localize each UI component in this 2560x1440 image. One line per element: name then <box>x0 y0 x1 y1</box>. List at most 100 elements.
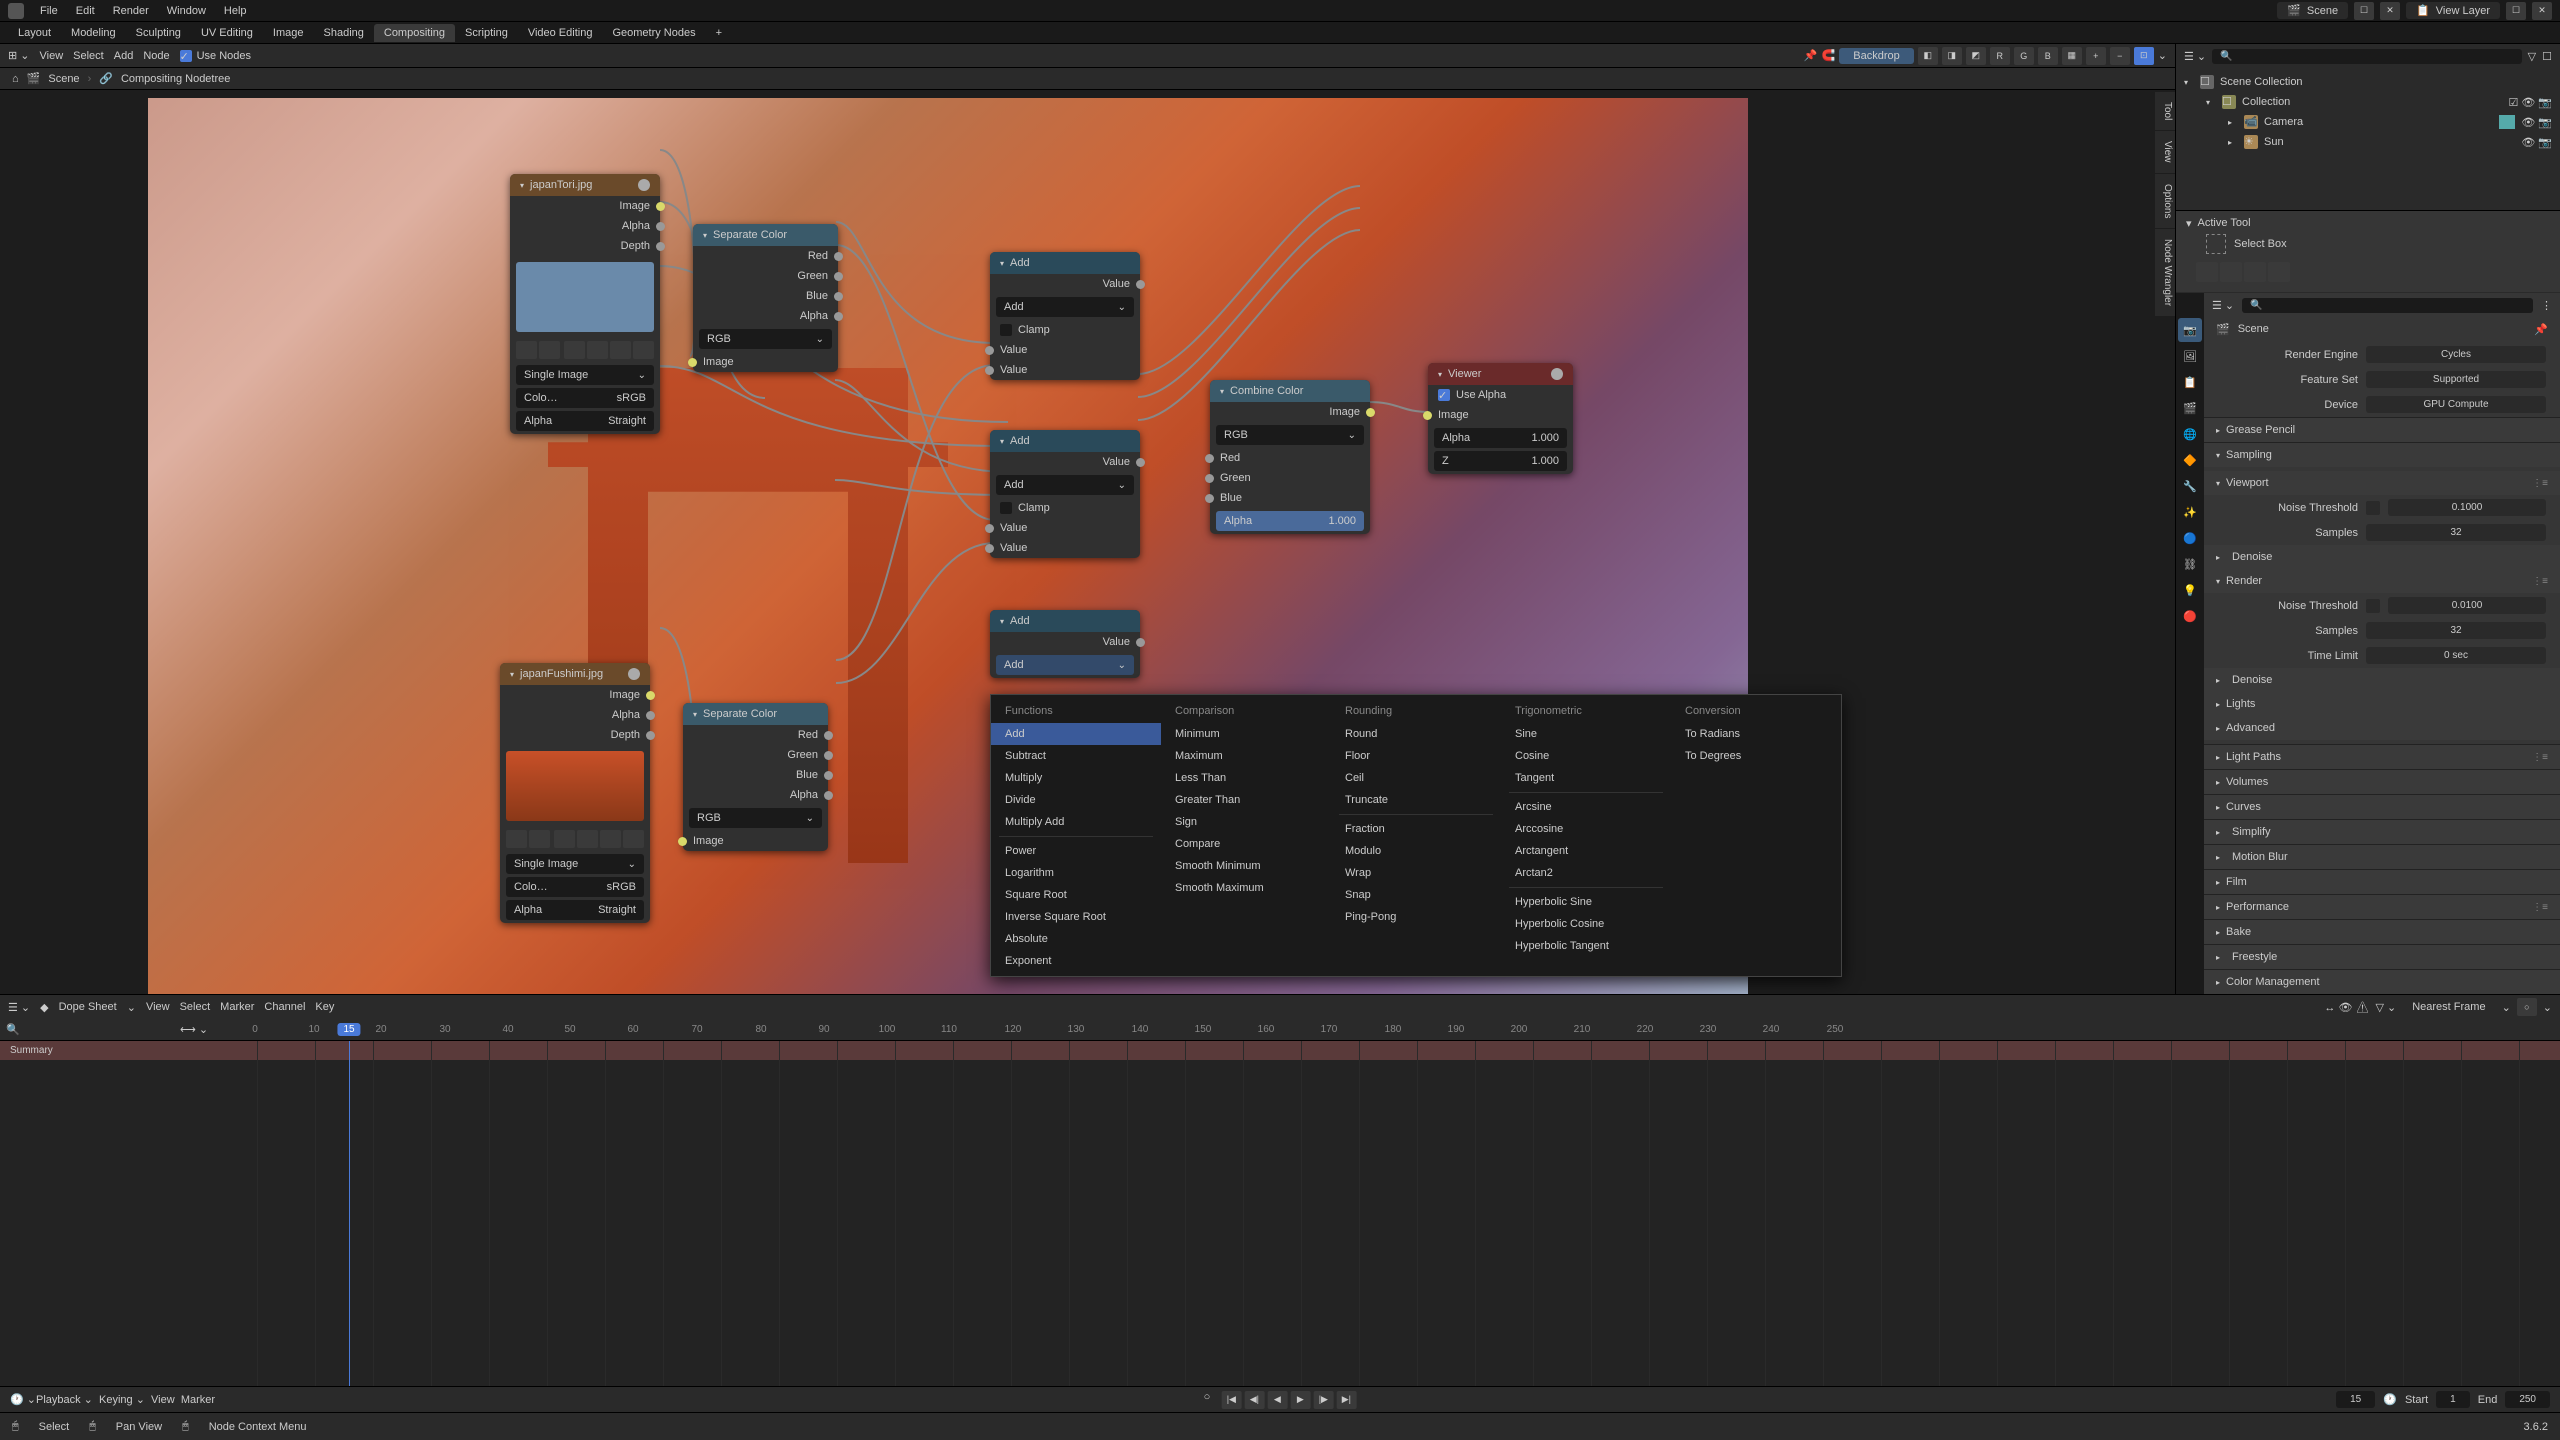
itm-ceil[interactable]: Ceil <box>1331 767 1501 789</box>
panel-curves[interactable]: ▸Curves <box>2204 795 2560 819</box>
channel-b[interactable]: B <box>2038 47 2058 65</box>
panel-viewport[interactable]: ▾Viewport⋮≡ <box>2204 471 2560 495</box>
menu-edit[interactable]: Edit <box>68 2 103 20</box>
alpha-mode-field[interactable]: AlphaStraight <box>506 900 644 920</box>
mode-btn-2[interactable] <box>2220 262 2242 282</box>
use-nodes-toggle[interactable]: ✓Use Nodes <box>180 50 251 62</box>
backdrop-btn-1[interactable]: ◧ <box>1918 47 1938 65</box>
node-combine-color[interactable]: ▾Combine Color Image RGB Red Green Blue … <box>1210 380 1370 534</box>
ws-image[interactable]: Image <box>263 24 314 42</box>
operation-dropdown[interactable]: Add <box>996 297 1134 317</box>
z-field[interactable]: Z1.000 <box>1434 451 1567 471</box>
panel-motionblur[interactable]: ▸Motion Blur <box>2204 845 2560 869</box>
ws-layout[interactable]: Layout <box>8 24 61 42</box>
menu-help[interactable]: Help <box>216 2 255 20</box>
reload-btn[interactable] <box>539 341 560 359</box>
ws-sculpting[interactable]: Sculpting <box>126 24 191 42</box>
expand-icon[interactable]: ⌄ <box>2158 49 2167 62</box>
alpha-field[interactable]: Alpha1.000 <box>1434 428 1567 448</box>
tab-world[interactable]: 🌐 <box>2178 422 2202 446</box>
panel-advanced[interactable]: ▸Advanced <box>2204 716 2560 740</box>
current-frame-marker[interactable]: 15 <box>337 1023 360 1036</box>
preview-range-icon[interactable]: 🕐 <box>2383 1393 2397 1406</box>
outliner-search[interactable]: 🔍 <box>2212 49 2522 64</box>
tl-key[interactable]: Key <box>315 1001 334 1013</box>
dropdown-icon[interactable]: ⟷ ⌄ <box>180 1023 208 1036</box>
preview-icon[interactable] <box>1551 368 1563 380</box>
prev-key-btn[interactable]: ◀| <box>1244 1391 1264 1409</box>
mode-dropdown[interactable]: RGB <box>1216 425 1364 445</box>
source-dropdown[interactable]: Single Image <box>506 854 644 874</box>
itm-modulo[interactable]: Modulo <box>1331 840 1501 862</box>
menu-render[interactable]: Render <box>105 2 157 20</box>
tab-object[interactable]: 🔶 <box>2178 448 2202 472</box>
dopesheet-body[interactable]: Summary <box>0 1041 2560 1386</box>
tab-constraints[interactable]: ⛓ <box>2178 552 2202 576</box>
new-coll-icon[interactable]: ☐ <box>2542 50 2552 63</box>
panel-performance[interactable]: ▸Performance⋮≡ <box>2204 895 2560 919</box>
props-type-icon[interactable]: ☰ ⌄ <box>2212 299 2234 312</box>
node-viewer[interactable]: ▾Viewer ✓Use Alpha Image Alpha1.000 Z1.0… <box>1428 363 1573 474</box>
zoom-out-btn[interactable]: − <box>2110 47 2130 65</box>
collapse-icon[interactable]: ▾ <box>520 181 524 190</box>
collapse-icon[interactable]: ▾ <box>1000 617 1004 626</box>
itm-multiply[interactable]: Multiply <box>991 767 1161 789</box>
channel-g[interactable]: G <box>2014 47 2034 65</box>
props-search[interactable]: 🔍 <box>2242 298 2533 313</box>
filter-icon[interactable]: ▽ ⌄ <box>2375 1001 2396 1014</box>
render-icon[interactable]: 📷 <box>2538 96 2552 109</box>
zoom-in-btn[interactable]: + <box>2086 47 2106 65</box>
backdrop-btn-3[interactable]: ◩ <box>1966 47 1986 65</box>
node-separate-color-2[interactable]: ▾Separate Color Red Green Blue Alpha RGB… <box>683 703 828 851</box>
new-layer-button[interactable]: ☐ <box>2506 2 2526 20</box>
editor-type-icon[interactable]: ☰ ⌄ <box>8 1001 30 1014</box>
panel-colormgmt[interactable]: ▸Color Management <box>2204 970 2560 994</box>
tab-physics[interactable]: 🔵 <box>2178 526 2202 550</box>
sync-icon[interactable]: 🕐 ⌄ <box>10 1393 36 1406</box>
summary-channel[interactable]: Summary <box>0 1041 2560 1060</box>
snap-mode[interactable]: Nearest Frame <box>2402 999 2495 1015</box>
play-btn[interactable]: ▶ <box>1290 1391 1310 1409</box>
itm-asin[interactable]: Arcsine <box>1501 796 1671 818</box>
panel-grease[interactable]: ▸Grease Pencil <box>2204 418 2560 442</box>
itm-cosine[interactable]: Cosine <box>1501 745 1671 767</box>
panel-render-sub[interactable]: ▾Render⋮≡ <box>2204 569 2560 593</box>
alpha-slider[interactable]: Alpha1.000 <box>1216 511 1364 531</box>
dopesheet-label[interactable]: Dope Sheet <box>59 1001 117 1013</box>
jump-start-btn[interactable]: |◀ <box>1221 1391 1241 1409</box>
tab-material[interactable]: 🔴 <box>2178 604 2202 628</box>
editor-type-icon[interactable]: ⊞ ⌄ <box>8 49 30 62</box>
ws-modeling[interactable]: Modeling <box>61 24 126 42</box>
collapse-icon[interactable]: ▾ <box>1220 387 1224 396</box>
panel-vp-denoise[interactable]: ▸Denoise <box>2204 545 2560 569</box>
tl-view[interactable]: View <box>146 1001 170 1013</box>
collapse-icon[interactable]: ▾ <box>703 231 707 240</box>
vp-samples-value[interactable]: 32 <box>2366 524 2546 541</box>
node-canvas[interactable]: ▾japanTori.jpg Image Alpha Depth Single … <box>0 90 2175 994</box>
timeline-ruler[interactable]: 🔍 ⟷ ⌄ 0 10 15 20 30 40 50 60 70 80 90 10… <box>0 1019 2560 1041</box>
backdrop-btn-2[interactable]: ◨ <box>1942 47 1962 65</box>
itm-trunc[interactable]: Truncate <box>1331 789 1501 811</box>
node-image-fushimi[interactable]: ▾japanFushimi.jpg Image Alpha Depth Sing… <box>500 663 650 923</box>
options-icon[interactable]: ⋮ <box>2541 299 2552 312</box>
itm-min[interactable]: Minimum <box>1161 723 1331 745</box>
proportional-btn[interactable]: ○ <box>2517 998 2537 1016</box>
tl-channel[interactable]: Channel <box>264 1001 305 1013</box>
ws-video[interactable]: Video Editing <box>518 24 603 42</box>
channel-a[interactable]: ▦ <box>2062 47 2082 65</box>
alpha-mode-field[interactable]: AlphaStraight <box>516 411 654 431</box>
itm-abs[interactable]: Absolute <box>991 928 1161 950</box>
render-icon[interactable]: 📷 <box>2538 136 2552 149</box>
mode-btn-4[interactable] <box>2268 262 2290 282</box>
panel-lights[interactable]: ▸Lights <box>2204 692 2560 716</box>
mode-btn-3[interactable] <box>2244 262 2266 282</box>
tab-scene[interactable]: 🎬 <box>2178 396 2202 420</box>
itm-snap[interactable]: Snap <box>1331 884 1501 906</box>
filter-btn[interactable]: ↔ 👁 ⚠ <box>2324 1001 2369 1014</box>
ws-shading[interactable]: Shading <box>314 24 374 42</box>
delete-scene-button[interactable]: ✕ <box>2380 2 2400 20</box>
pin-icon[interactable]: 📌 <box>1804 49 1818 62</box>
collapse-icon[interactable]: ▾ <box>1000 259 1004 268</box>
ws-add[interactable]: + <box>706 24 732 42</box>
image-thumbnail[interactable] <box>516 262 654 332</box>
